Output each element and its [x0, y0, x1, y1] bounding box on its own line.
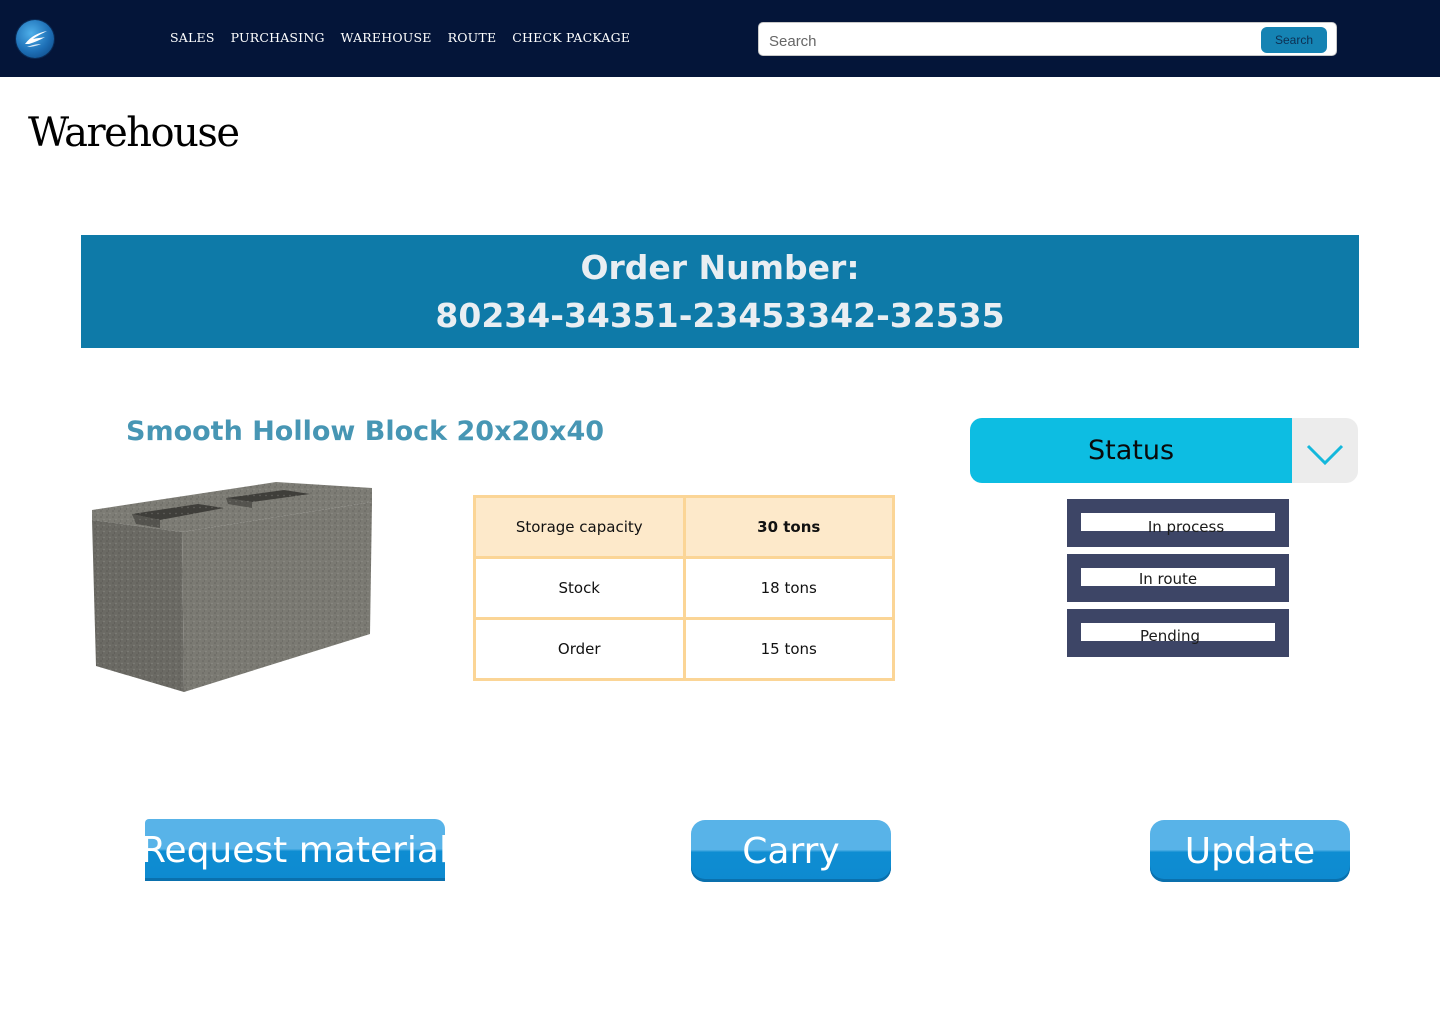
order-number-banner: Order Number: 80234-34351-23453342-32535 [81, 235, 1359, 348]
main-nav: SALES PURCHASING WAREHOUSE ROUTE CHECK P… [170, 30, 630, 50]
status-dropdown-label: Status [970, 418, 1292, 483]
product-title: Smooth Hollow Block 20x20x40 [126, 416, 605, 447]
status-option-in-process[interactable]: In process [1067, 499, 1289, 547]
chevron-down-icon[interactable] [1292, 418, 1358, 483]
order-number-label: Order Number: [580, 248, 860, 287]
search-input[interactable] [767, 29, 1251, 53]
concrete-block-image [88, 474, 378, 700]
table-cell-value: 15 tons [682, 617, 895, 681]
status-option-in-route[interactable]: In route [1067, 554, 1289, 602]
status-dropdown[interactable]: Status [970, 418, 1358, 483]
nav-item-route[interactable]: ROUTE [448, 30, 497, 50]
search-bar: Search [758, 22, 1337, 56]
carry-button[interactable]: Carry [691, 820, 891, 882]
status-option-label: In process [1147, 518, 1225, 536]
nav-item-check-package[interactable]: CHECK PACKAGE [512, 30, 630, 50]
status-option-label: Pending [1140, 627, 1200, 645]
nav-item-sales[interactable]: SALES [170, 30, 215, 50]
table-row: Stock 18 tons [473, 556, 895, 620]
order-number-value: 80234-34351-23453342-32535 [435, 296, 1005, 335]
table-cell-label: Storage capacity [473, 495, 686, 559]
table-cell-label: Stock [473, 556, 686, 620]
table-cell-label: Order [473, 617, 686, 681]
table-row: Storage capacity 30 tons [473, 495, 895, 559]
page-title: Warehouse [28, 110, 240, 156]
table-row: Order 15 tons [473, 617, 895, 681]
update-button[interactable]: Update [1150, 820, 1350, 882]
status-option-label: In route [1138, 570, 1198, 588]
nav-item-purchasing[interactable]: PURCHASING [231, 30, 325, 50]
top-navigation-bar: SALES PURCHASING WAREHOUSE ROUTE CHECK P… [0, 0, 1440, 77]
bird-logo-icon[interactable] [16, 20, 54, 58]
request-material-button[interactable]: Request material [145, 819, 445, 881]
status-option-pending[interactable]: Pending [1067, 609, 1289, 657]
stock-table: Storage capacity 30 tons Stock 18 tons O… [473, 495, 895, 681]
search-button[interactable]: Search [1261, 27, 1327, 53]
table-cell-value: 30 tons [682, 495, 895, 559]
nav-item-warehouse[interactable]: WAREHOUSE [341, 30, 432, 50]
table-cell-value: 18 tons [682, 556, 895, 620]
